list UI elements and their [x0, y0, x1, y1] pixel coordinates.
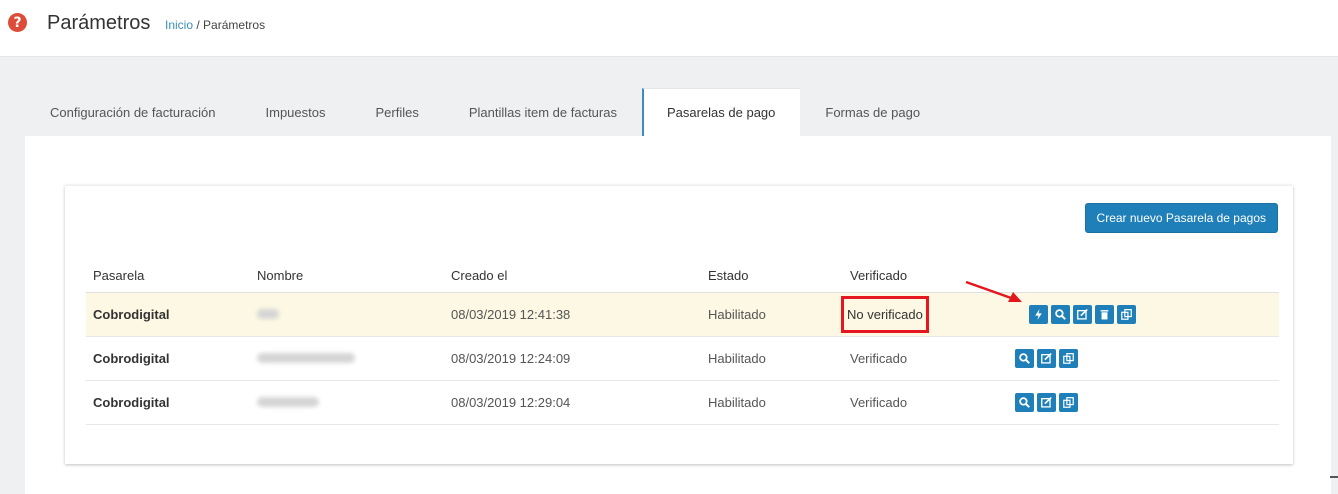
tab-content-panel: Crear nuevo Pasarela de pagos Pasarela N… [25, 136, 1331, 494]
column-header-creado: Creado el [444, 260, 701, 293]
page-header: ? Parámetros Inicio / Parámetros [0, 0, 1338, 57]
table-header-row: Pasarela Nombre Creado el Estado Verific… [86, 260, 1279, 293]
cell-pasarela: Cobrodigital [86, 336, 250, 381]
column-header-nombre: Nombre [250, 260, 444, 293]
tab-perfiles[interactable]: Perfiles [350, 88, 443, 136]
tab-plantillas-item-facturas[interactable]: Plantillas item de facturas [444, 88, 642, 136]
copy-icon[interactable] [1059, 348, 1078, 368]
cell-nombre-redacted [250, 292, 444, 337]
table-row: Cobrodigital 08/03/2019 12:24:09 Habilit… [86, 336, 1279, 381]
pasarelas-card: Crear nuevo Pasarela de pagos Pasarela N… [65, 185, 1293, 464]
cell-creado: 08/03/2019 12:41:38 [444, 292, 701, 337]
search-icon[interactable] [1015, 348, 1034, 368]
cell-nombre-redacted [250, 380, 444, 425]
table-row: Cobrodigital 08/03/2019 12:29:04 Habilit… [86, 380, 1279, 425]
column-header-pasarela: Pasarela [86, 260, 250, 293]
tab-configuracion-facturacion[interactable]: Configuración de facturación [25, 88, 241, 136]
cell-actions [1008, 336, 1279, 381]
cell-pasarela: Cobrodigital [86, 292, 250, 337]
cell-estado: Habilitado [701, 380, 843, 425]
breadcrumb-home-link[interactable]: Inicio [165, 18, 193, 32]
create-pasarela-button[interactable]: Crear nuevo Pasarela de pagos [1084, 203, 1278, 233]
annotation-arrow-icon [965, 280, 1022, 302]
tab-formas-de-pago[interactable]: Formas de pago [800, 88, 945, 136]
cell-creado: 08/03/2019 12:24:09 [444, 336, 701, 381]
cell-nombre-redacted [250, 336, 444, 381]
breadcrumb-separator: / [196, 18, 200, 32]
table-row: Cobrodigital 08/03/2019 12:41:38 Habilit… [86, 292, 1279, 337]
breadcrumb-current: Parámetros [203, 18, 266, 32]
copy-icon[interactable] [1059, 392, 1078, 412]
tab-bar: Configuración de facturación Impuestos P… [25, 88, 945, 136]
search-icon[interactable] [1051, 304, 1070, 324]
cell-creado: 08/03/2019 12:29:04 [444, 380, 701, 425]
cell-estado: Habilitado [701, 292, 843, 337]
search-icon[interactable] [1015, 392, 1034, 412]
page-title: Parámetros [47, 12, 151, 34]
edit-icon[interactable] [1037, 348, 1056, 368]
no-verificado-highlight: No verificado [841, 295, 929, 333]
tab-pasarelas-de-pago[interactable]: Pasarelas de pago [641, 88, 801, 136]
cell-verificado: Verificado [843, 336, 1008, 381]
cell-pasarela: Cobrodigital [86, 380, 250, 425]
trash-icon[interactable] [1095, 304, 1114, 324]
help-icon[interactable]: ? [8, 13, 27, 32]
column-header-actions [1008, 260, 1279, 293]
corner-mark [1330, 476, 1338, 478]
column-header-estado: Estado [701, 260, 843, 293]
cell-actions [1008, 380, 1279, 425]
cell-estado: Habilitado [701, 336, 843, 381]
redacted-name [257, 352, 355, 363]
edit-icon[interactable] [1073, 304, 1092, 324]
edit-icon[interactable] [1037, 392, 1056, 412]
redacted-name [257, 396, 319, 407]
copy-icon[interactable] [1117, 304, 1136, 324]
pasarelas-table: Pasarela Nombre Creado el Estado Verific… [86, 260, 1279, 425]
redacted-name [257, 308, 279, 319]
cell-verificado: Verificado [843, 380, 1008, 425]
breadcrumb: Inicio / Parámetros [165, 18, 265, 32]
cell-actions [1008, 292, 1279, 337]
tab-impuestos[interactable]: Impuestos [241, 88, 351, 136]
